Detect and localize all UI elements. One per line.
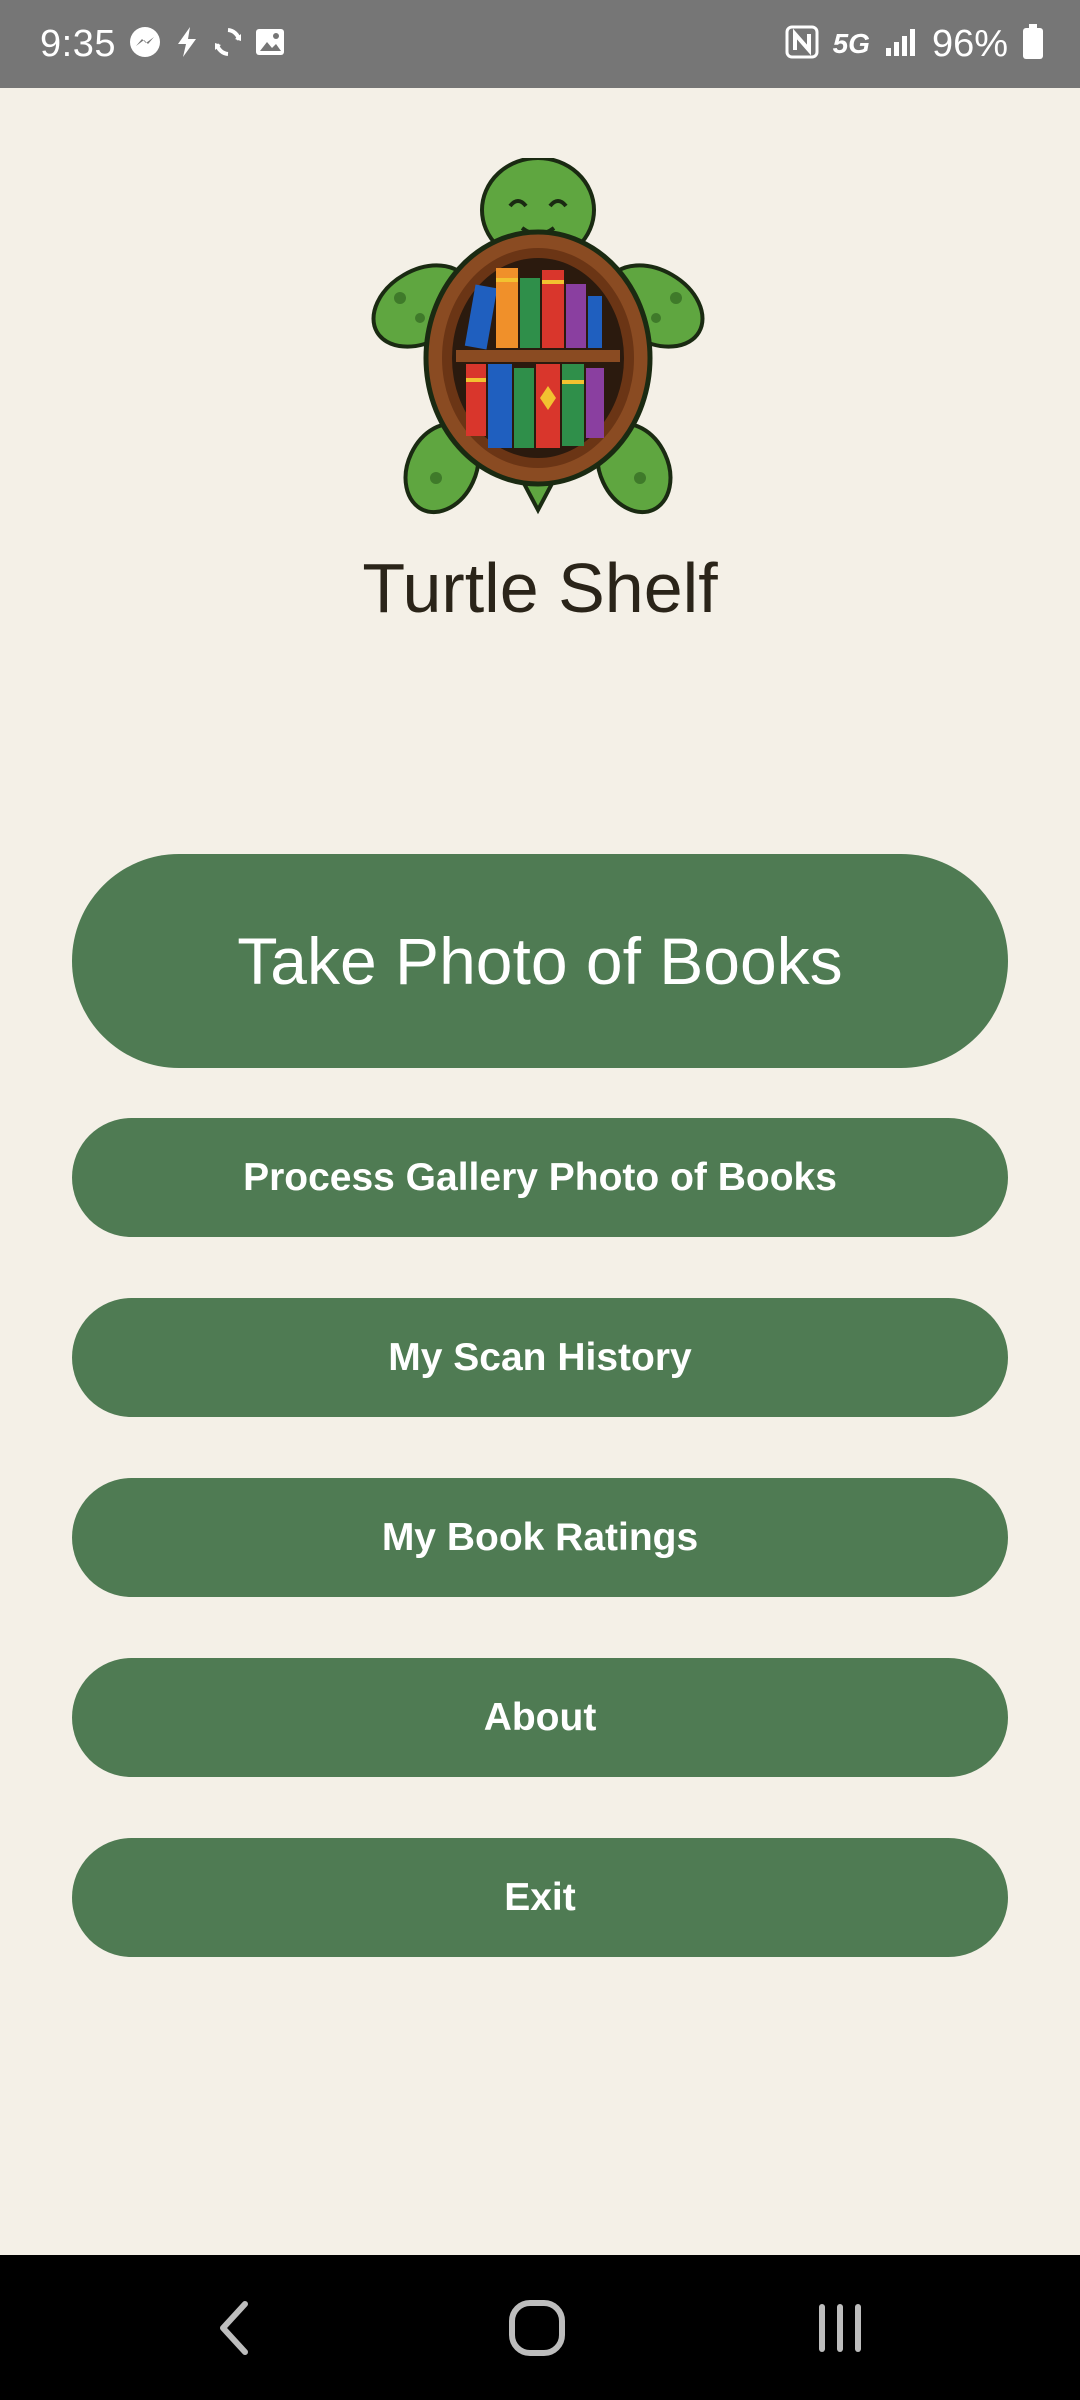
status-time: 9:35 [40, 23, 116, 65]
system-icons: 5G 96% [785, 0, 1044, 88]
home-button[interactable] [457, 2255, 617, 2400]
battery-percent: 96% [931, 22, 1008, 65]
sync-icon [212, 25, 244, 64]
5g-icon: 5G [832, 28, 870, 59]
battery-icon [1022, 23, 1044, 65]
recents-icon [819, 2303, 861, 2352]
take-photo-button[interactable]: Take Photo of Books [72, 854, 1008, 1068]
turtle-bookshelf-logo [370, 156, 706, 522]
about-button[interactable]: About [72, 1658, 1008, 1777]
home-icon [509, 2299, 565, 2356]
back-icon [220, 2300, 248, 2355]
image-icon [254, 26, 286, 63]
status-bar: 9:35 5G 96% [0, 0, 1080, 88]
recents-button[interactable] [760, 2255, 920, 2400]
bolt-icon [172, 25, 202, 64]
scan-history-button[interactable]: My Scan History [72, 1298, 1008, 1417]
exit-button[interactable]: Exit [72, 1838, 1008, 1957]
navigation-bar [0, 2255, 1080, 2400]
signal-icon [884, 26, 918, 63]
messenger-icon [128, 25, 162, 64]
process-gallery-photo-button[interactable]: Process Gallery Photo of Books [72, 1118, 1008, 1237]
nfc-icon [785, 25, 819, 64]
back-button[interactable] [155, 2255, 315, 2400]
notification-icons [128, 26, 286, 62]
book-ratings-button[interactable]: My Book Ratings [72, 1478, 1008, 1597]
app-title: Turtle Shelf [362, 549, 718, 627]
